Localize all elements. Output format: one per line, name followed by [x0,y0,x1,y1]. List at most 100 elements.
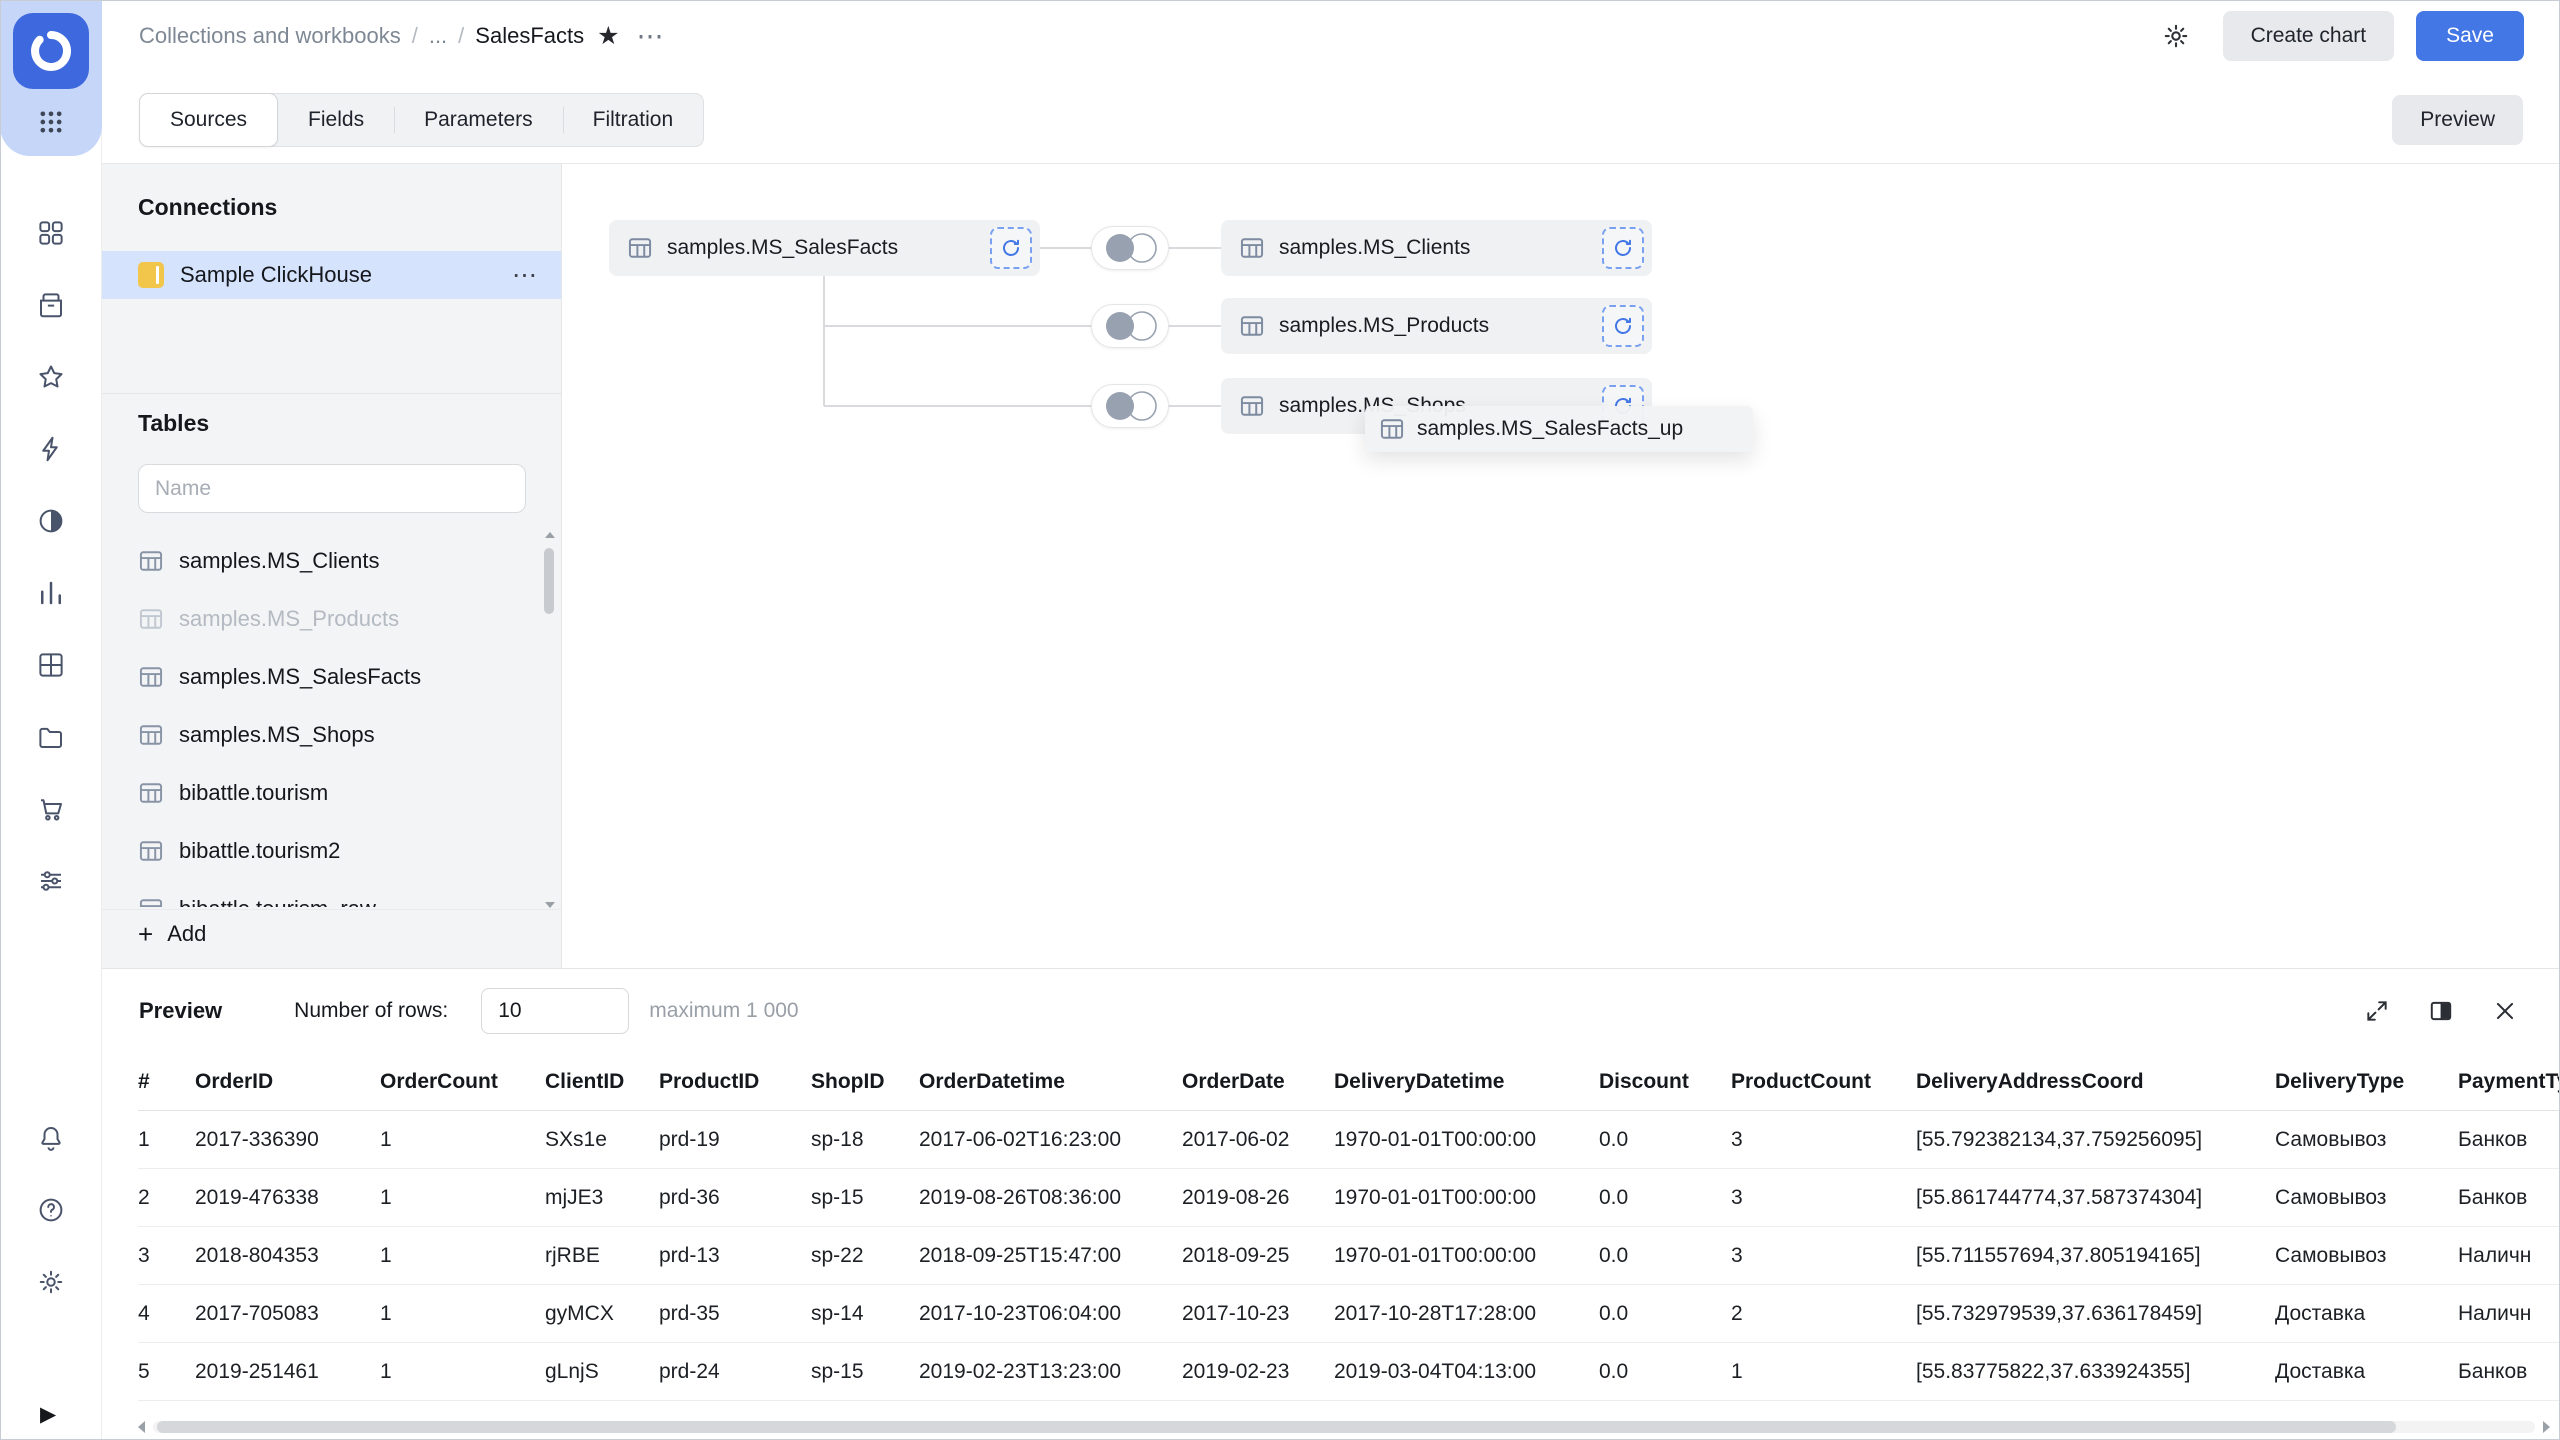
preview-cell: 2017-10-23 [1182,1301,1290,1325]
nav-datasets-icon[interactable] [0,485,102,557]
rows-count-input[interactable] [481,988,630,1034]
refresh-source-button[interactable] [1602,227,1644,269]
datalens-logo[interactable] [13,13,89,89]
dataset-settings-gear-icon[interactable] [2161,21,2191,51]
connection-label: Sample ClickHouse [180,262,372,287]
preview-column-header: DeliveryAddressCoord [1916,1069,2144,1093]
join-type-icon[interactable] [1091,226,1169,270]
tab-sources[interactable]: Sources [139,93,279,147]
table-icon [1379,416,1405,442]
connection-item-selected[interactable]: Sample ClickHouse ⋯ [102,251,561,299]
preview-column-header: OrderCount [380,1069,498,1093]
preview-toggle-button[interactable]: Preview [2392,95,2523,145]
refresh-source-button[interactable] [1602,305,1644,347]
table-list-item[interactable]: bibattle.tourism2 [102,822,561,880]
dock-right-icon[interactable] [2428,998,2454,1024]
preview-column-header: ProductID [659,1069,760,1093]
rows-count-label: Number of rows: [294,999,449,1022]
favorite-star-icon[interactable]: ★ [597,23,619,49]
scrollbar-thumb[interactable] [544,548,554,614]
breadcrumb-separator: / [458,23,465,48]
more-actions-icon[interactable]: ⋯ [637,22,664,50]
preview-cell: prd-35 [659,1301,720,1325]
apps-grid-icon[interactable] [26,100,76,144]
preview-cell: 2 [138,1185,150,1209]
join-type-icon[interactable] [1091,304,1169,348]
nav-storage-icon[interactable] [0,701,102,773]
breadcrumb-ellipsis[interactable]: ... [429,23,447,49]
table-list-item[interactable]: bibattle.tourism [102,764,561,822]
table-list-item[interactable]: samples.MS_Clients [102,532,561,590]
preview-cell: 1 [380,1243,392,1267]
preview-cell: Банков [2458,1359,2528,1383]
scroll-left-caret-icon[interactable] [138,1421,145,1433]
nav-charts-icon[interactable] [0,557,102,629]
preview-cell: 2018-09-25 [1182,1243,1290,1267]
save-button[interactable]: Save [2416,11,2524,61]
nav-favorites-icon[interactable] [0,341,102,413]
tab-filtration[interactable]: Filtration [562,94,704,146]
help-icon[interactable] [0,1174,102,1246]
nav-collections-icon[interactable] [0,269,102,341]
table-list-item[interactable]: samples.MS_Shops [102,706,561,764]
nav-connections-icon[interactable] [0,413,102,485]
scroll-up-caret-icon[interactable] [545,532,555,538]
tables-title: Tables [138,410,210,436]
preview-cell: 2018-09-25T15:47:00 [919,1243,1121,1267]
preview-cell: 1 [380,1127,392,1151]
notifications-bell-icon[interactable] [0,1102,102,1174]
panel-divider [102,393,561,394]
preview-cell: 0.0 [1599,1243,1629,1267]
source-node-products[interactable]: samples.MS_Products [1221,298,1652,354]
preview-cell: Доставка [2275,1359,2366,1383]
rows-max-hint: maximum 1 000 [649,999,799,1022]
table-icon [1239,235,1265,261]
scroll-right-caret-icon[interactable] [2543,1421,2550,1433]
settings-gear-icon[interactable] [0,1246,102,1318]
scroll-down-caret-icon[interactable] [545,902,555,908]
nav-marketplace-icon[interactable] [0,773,102,845]
breadcrumb-separator: / [411,23,418,48]
create-chart-button[interactable]: Create chart [2222,11,2395,61]
preview-column-header: OrderID [195,1069,274,1093]
table-item-label: samples.MS_Products [179,606,400,631]
preview-cell: 2019-476338 [195,1185,319,1209]
breadcrumb-root-link[interactable]: Collections and workbooks [139,23,401,49]
tab-fields[interactable]: Fields [278,94,394,146]
top-bar: Collections and workbooks / ... / SalesF… [102,0,2560,72]
table-list-item[interactable]: bibattle.tourism_raw [102,880,561,907]
preview-cell: 2017-06-02 [1182,1127,1290,1151]
nav-services-icon[interactable] [0,845,102,917]
preview-cell: 2019-08-26 [1182,1185,1290,1209]
preview-table-row: 5 2019-251461 1 gLnjS prd-24 sp-15 2019-02-23T… [138,1343,2560,1401]
source-node-label: samples.MS_SalesFacts [667,236,899,259]
source-node-clients[interactable]: samples.MS_Clients [1221,220,1652,276]
collapse-play-icon[interactable]: ▶ [40,1402,56,1427]
source-node-label: samples.MS_Clients [1279,236,1471,259]
source-node-root[interactable]: samples.MS_SalesFacts [609,220,1040,276]
table-item-label: samples.MS_Shops [179,722,375,747]
preview-cell: Банков [2458,1185,2528,1209]
table-icon [138,548,164,574]
refresh-source-button[interactable] [990,227,1032,269]
scrollbar-track[interactable] [153,1421,2535,1433]
dragged-source-node[interactable]: samples.MS_SalesFacts_up [1365,406,1753,452]
table-list-item[interactable]: samples.MS_Products [102,590,561,648]
preview-cell: rjRBE [545,1243,600,1267]
scrollbar-thumb[interactable] [157,1421,2397,1433]
preview-cell: 0.0 [1599,1359,1629,1383]
join-type-icon[interactable] [1091,384,1169,428]
nav-objects-icon[interactable] [0,197,102,269]
add-table-button[interactable]: + Add [102,909,561,957]
expand-preview-icon[interactable] [2364,998,2390,1024]
join-canvas[interactable]: samples.MS_SalesFacts samples.MS_Clients… [563,164,2560,968]
tables-search-input[interactable] [138,464,526,513]
close-preview-icon[interactable] [2492,998,2518,1024]
preview-title: Preview [139,998,223,1023]
preview-cell: sp-15 [811,1185,864,1209]
tab-parameters[interactable]: Parameters [394,94,563,146]
nav-dashboards-icon[interactable] [0,629,102,701]
table-list-item[interactable]: samples.MS_SalesFacts [102,648,561,706]
breadcrumb: Collections and workbooks / ... / SalesF… [139,23,584,49]
connection-more-icon[interactable]: ⋯ [512,262,537,288]
